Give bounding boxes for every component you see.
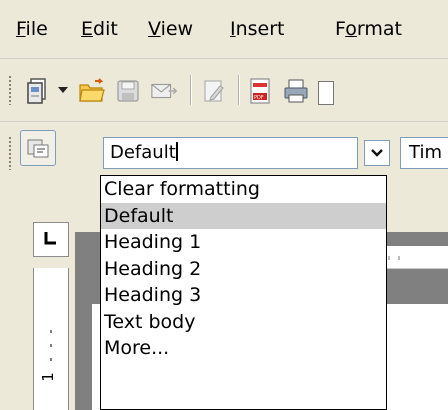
vertical-ruler-label: 1: [38, 372, 57, 382]
text-caret: [175, 142, 178, 161]
chevron-down-icon: [371, 149, 383, 157]
standard-toolbar: PDF: [0, 59, 448, 122]
toolbar-grip-2[interactable]: [8, 136, 12, 170]
open-folder-icon[interactable]: [78, 77, 106, 105]
svg-text:PDF: PDF: [254, 95, 264, 101]
menu-insert[interactable]: Insert: [230, 18, 285, 40]
style-option-heading-2[interactable]: Heading 2: [101, 256, 386, 283]
new-document-icon[interactable]: [24, 77, 52, 105]
paragraph-style-list[interactable]: Clear formatting Default Heading 1 Headi…: [100, 175, 387, 410]
font-name-input[interactable]: Tim: [400, 137, 448, 169]
style-option-default[interactable]: Default: [101, 202, 386, 229]
paragraph-style-dropdown-button[interactable]: [364, 140, 390, 166]
email-icon[interactable]: [150, 77, 178, 105]
toolbar-separator-2: [238, 75, 239, 105]
menu-edit[interactable]: Edit: [81, 18, 118, 40]
style-option-more[interactable]: More...: [101, 335, 386, 362]
toolbar-separator: [190, 75, 191, 105]
style-option-heading-1[interactable]: Heading 1: [101, 229, 386, 256]
left-tab-icon: [44, 232, 56, 245]
print-preview-icon[interactable]: [318, 81, 334, 105]
export-pdf-icon[interactable]: PDF: [246, 77, 274, 105]
style-option-text-body[interactable]: Text body: [101, 309, 386, 336]
styles-icon: [27, 139, 49, 158]
menu-format[interactable]: Format: [335, 18, 402, 40]
styles-and-formatting-button[interactable]: [20, 130, 56, 166]
tab-stop-selector[interactable]: [33, 222, 69, 257]
style-option-heading-3[interactable]: Heading 3: [101, 282, 386, 309]
menu-bar: File Edit View Insert Format: [0, 0, 448, 59]
style-option-clear-formatting[interactable]: Clear formatting: [101, 176, 386, 203]
toolbar-grip[interactable]: [8, 75, 12, 105]
edit-file-icon[interactable]: [200, 77, 228, 105]
dropdown-arrow-icon[interactable]: [58, 87, 68, 93]
menu-view[interactable]: View: [148, 18, 193, 40]
menu-file[interactable]: File: [16, 18, 48, 40]
print-icon[interactable]: [282, 77, 310, 105]
vertical-ruler[interactable]: 1: [33, 268, 69, 410]
paragraph-style-input[interactable]: Default: [103, 137, 358, 169]
save-icon[interactable]: [114, 77, 142, 105]
